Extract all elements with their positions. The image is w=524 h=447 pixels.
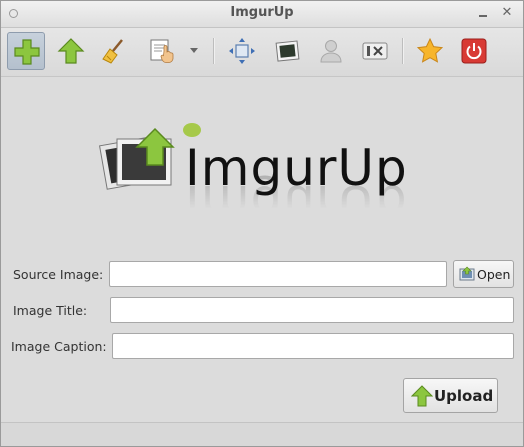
open-button[interactable]: Open: [453, 260, 514, 288]
source-image-input[interactable]: [109, 261, 447, 287]
minimize-icon[interactable]: [476, 6, 490, 20]
main-window: ImgurUp ✕ ImgurUp ImgurUp Source Image: …: [0, 0, 524, 447]
upload-arrow-icon: [57, 38, 85, 64]
settings-button[interactable]: [356, 32, 394, 70]
logo-dot: [183, 123, 201, 137]
favorite-star-icon: [416, 37, 444, 63]
favorite-button[interactable]: [411, 32, 449, 70]
upload-button-label: Upload: [434, 387, 494, 405]
image-caption-label: Image Caption:: [11, 339, 107, 354]
quit-button[interactable]: [455, 32, 493, 70]
settings-tools-icon: [362, 42, 388, 60]
source-image-label: Source Image:: [13, 267, 104, 282]
window-title: ImgurUp: [230, 5, 294, 20]
status-bar: [1, 422, 523, 446]
select-region-button[interactable]: [223, 32, 261, 70]
upload-arrow-icon: [411, 385, 433, 407]
image-title-input[interactable]: [110, 297, 514, 323]
upload-button[interactable]: Upload: [403, 378, 498, 413]
upload-toolbar-button[interactable]: [52, 32, 90, 70]
open-image-icon: [459, 266, 475, 281]
image-caption-input[interactable]: [112, 333, 514, 359]
open-button-label: Open: [477, 267, 511, 282]
move-selection-icon: [229, 38, 255, 64]
user-icon: [320, 40, 342, 63]
clear-button[interactable]: [95, 32, 133, 70]
title-bar: ImgurUp ✕: [1, 1, 523, 28]
toolbar: [1, 28, 523, 77]
account-button[interactable]: [312, 32, 350, 70]
power-icon: [461, 38, 487, 64]
add-button[interactable]: [7, 32, 45, 70]
image-title-label: Image Title:: [13, 303, 88, 318]
toolbar-separator: [402, 38, 404, 64]
screenshot-button[interactable]: [269, 32, 307, 70]
logo-photos-icon: [99, 127, 175, 190]
toolbar-separator: [213, 38, 215, 64]
app-logo: ImgurUp ImgurUp: [99, 119, 439, 232]
paste-button[interactable]: [143, 32, 181, 70]
paste-icon: [150, 39, 174, 63]
close-icon[interactable]: ✕: [499, 5, 515, 21]
broom-icon: [102, 39, 123, 64]
image-frame-icon: [275, 40, 300, 62]
dropdown-arrow-icon[interactable]: [189, 45, 199, 55]
logo-reflection: ImgurUp: [185, 174, 408, 232]
add-icon: [14, 39, 40, 65]
